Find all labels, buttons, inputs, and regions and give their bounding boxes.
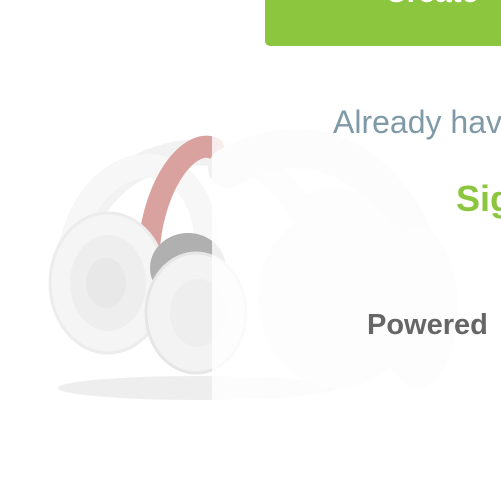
already-have-account-text: Already have [333,104,501,140]
powered-by-text: Powered [367,309,488,341]
signup-screen: Create Already have Sig Powered [0,0,501,501]
create-account-button[interactable]: Create [265,0,501,46]
sign-in-link[interactable]: Sig [456,178,501,220]
create-button-label: Create [385,0,478,8]
headphones-image [38,108,468,408]
